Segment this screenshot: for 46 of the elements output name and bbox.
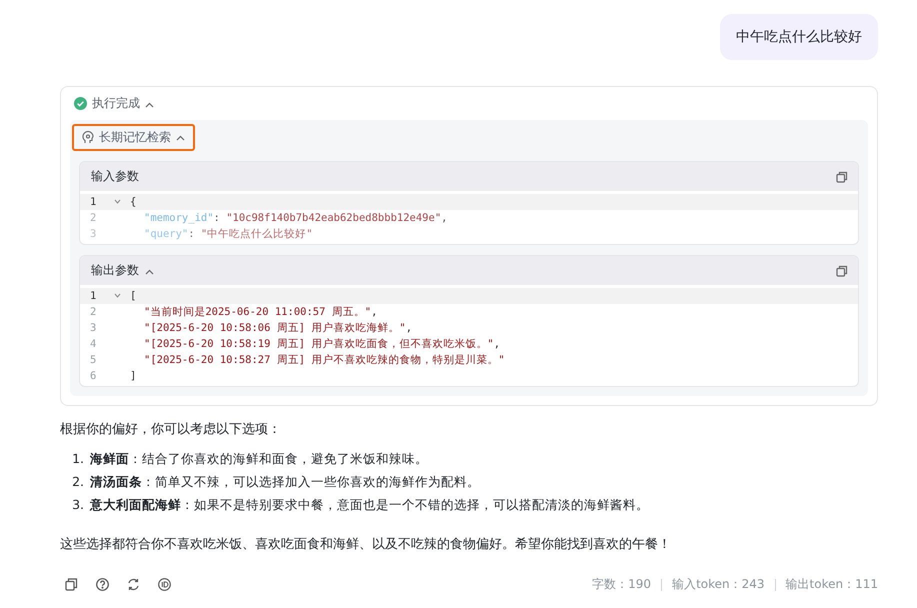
line-number: 1 — [89, 196, 98, 208]
user-message: 中午吃点什么比较好 — [720, 14, 878, 60]
line-number: 2 — [89, 212, 98, 224]
code-line: "query": "中午吃点什么比较好" — [143, 227, 313, 241]
list-item-text: 海鲜面：结合了你喜欢的海鲜和面食，避免了米饭和辣味。 — [90, 450, 428, 468]
code-line: "当前时间是2025-06-20 11:00:57 周五。", — [143, 305, 378, 319]
tool-toggle[interactable]: 长期记忆检索 — [72, 124, 195, 151]
list-item-text: 清汤面条：简单又不辣，可以选择加入一些你喜欢的海鲜作为配料。 — [90, 473, 480, 491]
stat-text: 输入token：243 — [672, 576, 765, 593]
line-number: 3 — [89, 228, 98, 240]
status-text: 执行完成 — [92, 95, 140, 112]
code-line: { — [130, 196, 136, 208]
answer-intro: 根据你的偏好，你可以考虑以下选项： — [60, 421, 282, 439]
caret-icon — [176, 134, 185, 140]
code-line: "[2025-6-20 10:58:19 周五] 用户喜欢吃面食，但不喜欢吃米饭。", — [143, 337, 500, 351]
panel-title: 输出参数 — [91, 262, 139, 279]
list-number: 1. — [71, 450, 85, 468]
line-number: 6 — [89, 370, 98, 382]
code-line: "memory_id": "10c98f140b7b42eab62bed8bbb12e49e", — [143, 212, 448, 224]
copy-icon[interactable] — [65, 578, 78, 591]
line-number: 5 — [89, 354, 98, 366]
list-number: 3. — [71, 496, 85, 514]
copy-icon[interactable] — [836, 170, 848, 182]
caret-icon — [145, 102, 154, 108]
line-number: 4 — [89, 338, 98, 350]
line-number: 1 — [89, 290, 98, 302]
caret-icon — [145, 268, 154, 274]
stat-text: 字数：190 — [592, 576, 652, 593]
id-icon[interactable] — [158, 578, 171, 591]
code-line: [ — [130, 290, 136, 302]
code-line: ] — [130, 370, 136, 382]
list-item-text: 意大利面配海鲜：如果不是特别要求中餐，意面也是一个不错的选择，可以搭配清淡的海鲜酱料。 — [90, 496, 649, 514]
stat-text: 输出token：111 — [786, 576, 878, 593]
panel-title: 输入参数 — [91, 168, 139, 185]
refresh-icon[interactable] — [127, 578, 140, 591]
code-line: "[2025-6-20 10:58:27 周五] 用户不喜欢吃辣的食物，特别是川菜。" — [143, 353, 505, 367]
help-icon[interactable] — [96, 578, 109, 591]
list-number: 2. — [71, 473, 85, 491]
answer-conclusion: 这些选择都符合你不喜欢吃米饭、喜欢吃面食和海鲜、以及不吃辣的食物偏好。希望你能找到喜欢的午餐！ — [60, 536, 672, 554]
line-number: 2 — [89, 306, 98, 318]
head-icon — [82, 131, 94, 144]
fold-icon[interactable] — [114, 199, 121, 204]
line-number: 3 — [89, 322, 98, 334]
code-line: "[2025-6-20 10:58:06 周五] 用户喜欢吃海鲜。", — [143, 321, 412, 335]
fold-icon[interactable] — [114, 293, 121, 298]
copy-icon[interactable] — [836, 264, 848, 276]
